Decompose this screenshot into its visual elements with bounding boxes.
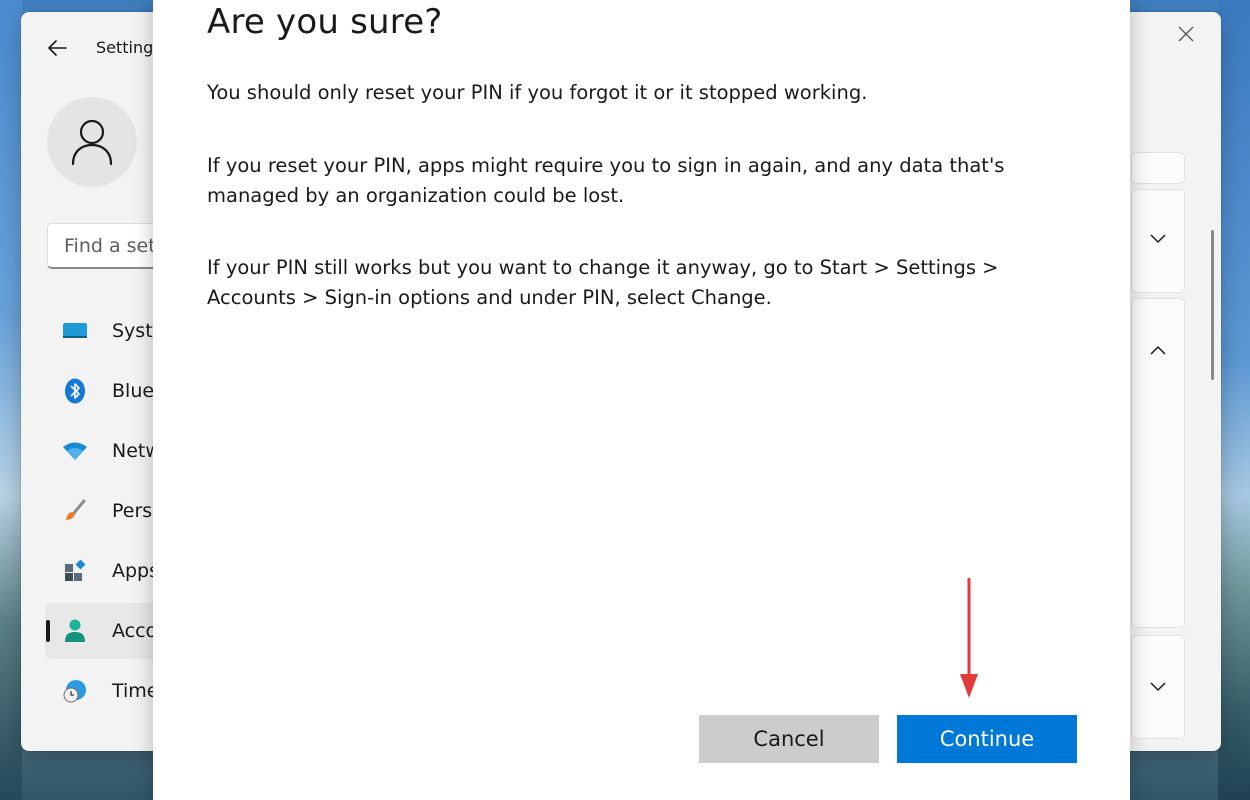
settings-card: [1131, 152, 1185, 184]
time-language-icon: [62, 678, 88, 704]
dialog-title: Are you sure?: [207, 2, 443, 42]
desktop-wallpaper-right: [1218, 0, 1250, 800]
settings-card-collapsed[interactable]: [1131, 189, 1185, 293]
user-icon: [71, 119, 113, 166]
apps-icon: [62, 558, 88, 584]
system-icon: [62, 318, 88, 344]
wifi-icon: [62, 438, 88, 464]
paintbrush-icon: [62, 498, 88, 524]
continue-button[interactable]: Continue: [897, 715, 1077, 763]
accounts-icon: [62, 618, 88, 644]
cancel-button[interactable]: Cancel: [699, 715, 879, 763]
close-button[interactable]: [1171, 22, 1201, 46]
avatar[interactable]: [47, 97, 137, 187]
chevron-down-icon: [1150, 682, 1166, 692]
sidebar-item-label: Time: [112, 680, 159, 702]
dialog-paragraph: If you reset your PIN, apps might requir…: [207, 154, 1005, 207]
settings-card-expanded[interactable]: [1131, 298, 1185, 628]
back-arrow-icon: [48, 40, 67, 56]
dialog-paragraph: You should only reset your PIN if you fo…: [207, 81, 868, 104]
sidebar-item-label: Apps: [112, 560, 160, 582]
bluetooth-icon: [62, 378, 88, 404]
chevron-down-icon: [1150, 234, 1166, 244]
sidebar-item-label: Acco: [112, 620, 158, 642]
desktop-wallpaper-left: [0, 0, 22, 800]
sidebar-item-label: Blue: [112, 380, 155, 402]
dialog-paragraph: If your PIN still works but you want to …: [207, 256, 999, 309]
scrollbar[interactable]: [1211, 230, 1214, 380]
window-title: Setting: [96, 38, 154, 57]
close-icon: [1178, 26, 1194, 42]
back-button[interactable]: [43, 34, 71, 62]
annotation-arrow-icon: [960, 578, 978, 698]
reset-pin-dialog: Are you sure? You should only reset your…: [153, 0, 1130, 800]
settings-card-collapsed[interactable]: [1131, 635, 1185, 739]
chevron-up-icon: [1150, 345, 1166, 355]
